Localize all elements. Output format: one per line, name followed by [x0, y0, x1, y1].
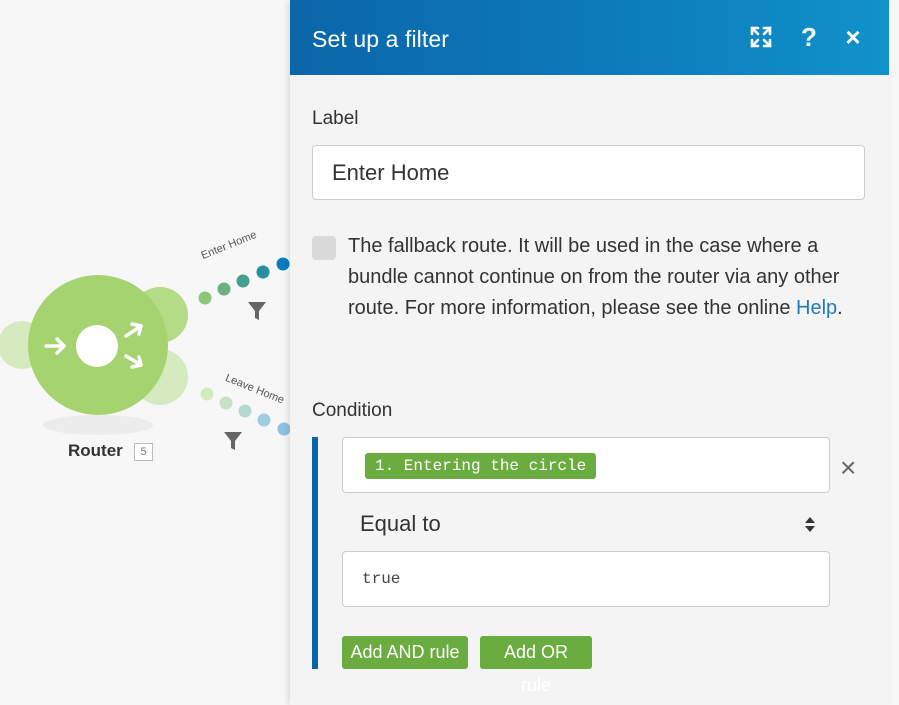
fallback-checkbox[interactable] — [312, 236, 336, 260]
label-field-label: Label — [312, 108, 359, 129]
route-enter-home[interactable] — [198, 257, 290, 305]
filter-panel: Set up a filter ? × Label The fallback r… — [290, 0, 889, 705]
expand-icon[interactable] — [746, 22, 776, 52]
operator-value: Equal to — [360, 511, 441, 536]
router-hub — [76, 325, 118, 367]
fallback-text: The fallback route. It will be used in t… — [348, 235, 840, 319]
condition-operand-field[interactable]: 1. Entering the circle — [342, 437, 830, 493]
fallback-description: The fallback route. It will be used in t… — [348, 231, 868, 324]
close-icon[interactable]: × — [838, 22, 868, 52]
panel-title: Set up a filter — [312, 26, 450, 52]
router-graphic — [0, 257, 291, 450]
label-input[interactable] — [312, 145, 865, 200]
sort-arrows-icon — [805, 517, 815, 532]
help-icon[interactable]: ? — [794, 22, 824, 52]
condition-value-input[interactable] — [342, 551, 830, 607]
help-link[interactable]: Help — [796, 297, 837, 319]
add-or-rule-button[interactable]: Add OR rule — [480, 636, 592, 695]
condition-label: Condition — [312, 400, 393, 421]
add-and-rule-button[interactable]: Add AND rule — [342, 636, 468, 669]
condition-group-bar — [312, 437, 318, 669]
remove-rule-icon[interactable]: × — [840, 454, 856, 482]
filter-icon[interactable] — [248, 302, 266, 320]
operand-pill[interactable]: 1. Entering the circle — [365, 453, 597, 479]
filter-icon[interactable] — [224, 432, 242, 450]
panel-header: Set up a filter ? × — [290, 0, 889, 75]
router-id-badge: 5 — [134, 443, 153, 461]
operator-select[interactable]: Equal to — [342, 505, 820, 545]
router-name: Router — [68, 441, 123, 460]
fallback-suffix: . — [837, 297, 843, 319]
